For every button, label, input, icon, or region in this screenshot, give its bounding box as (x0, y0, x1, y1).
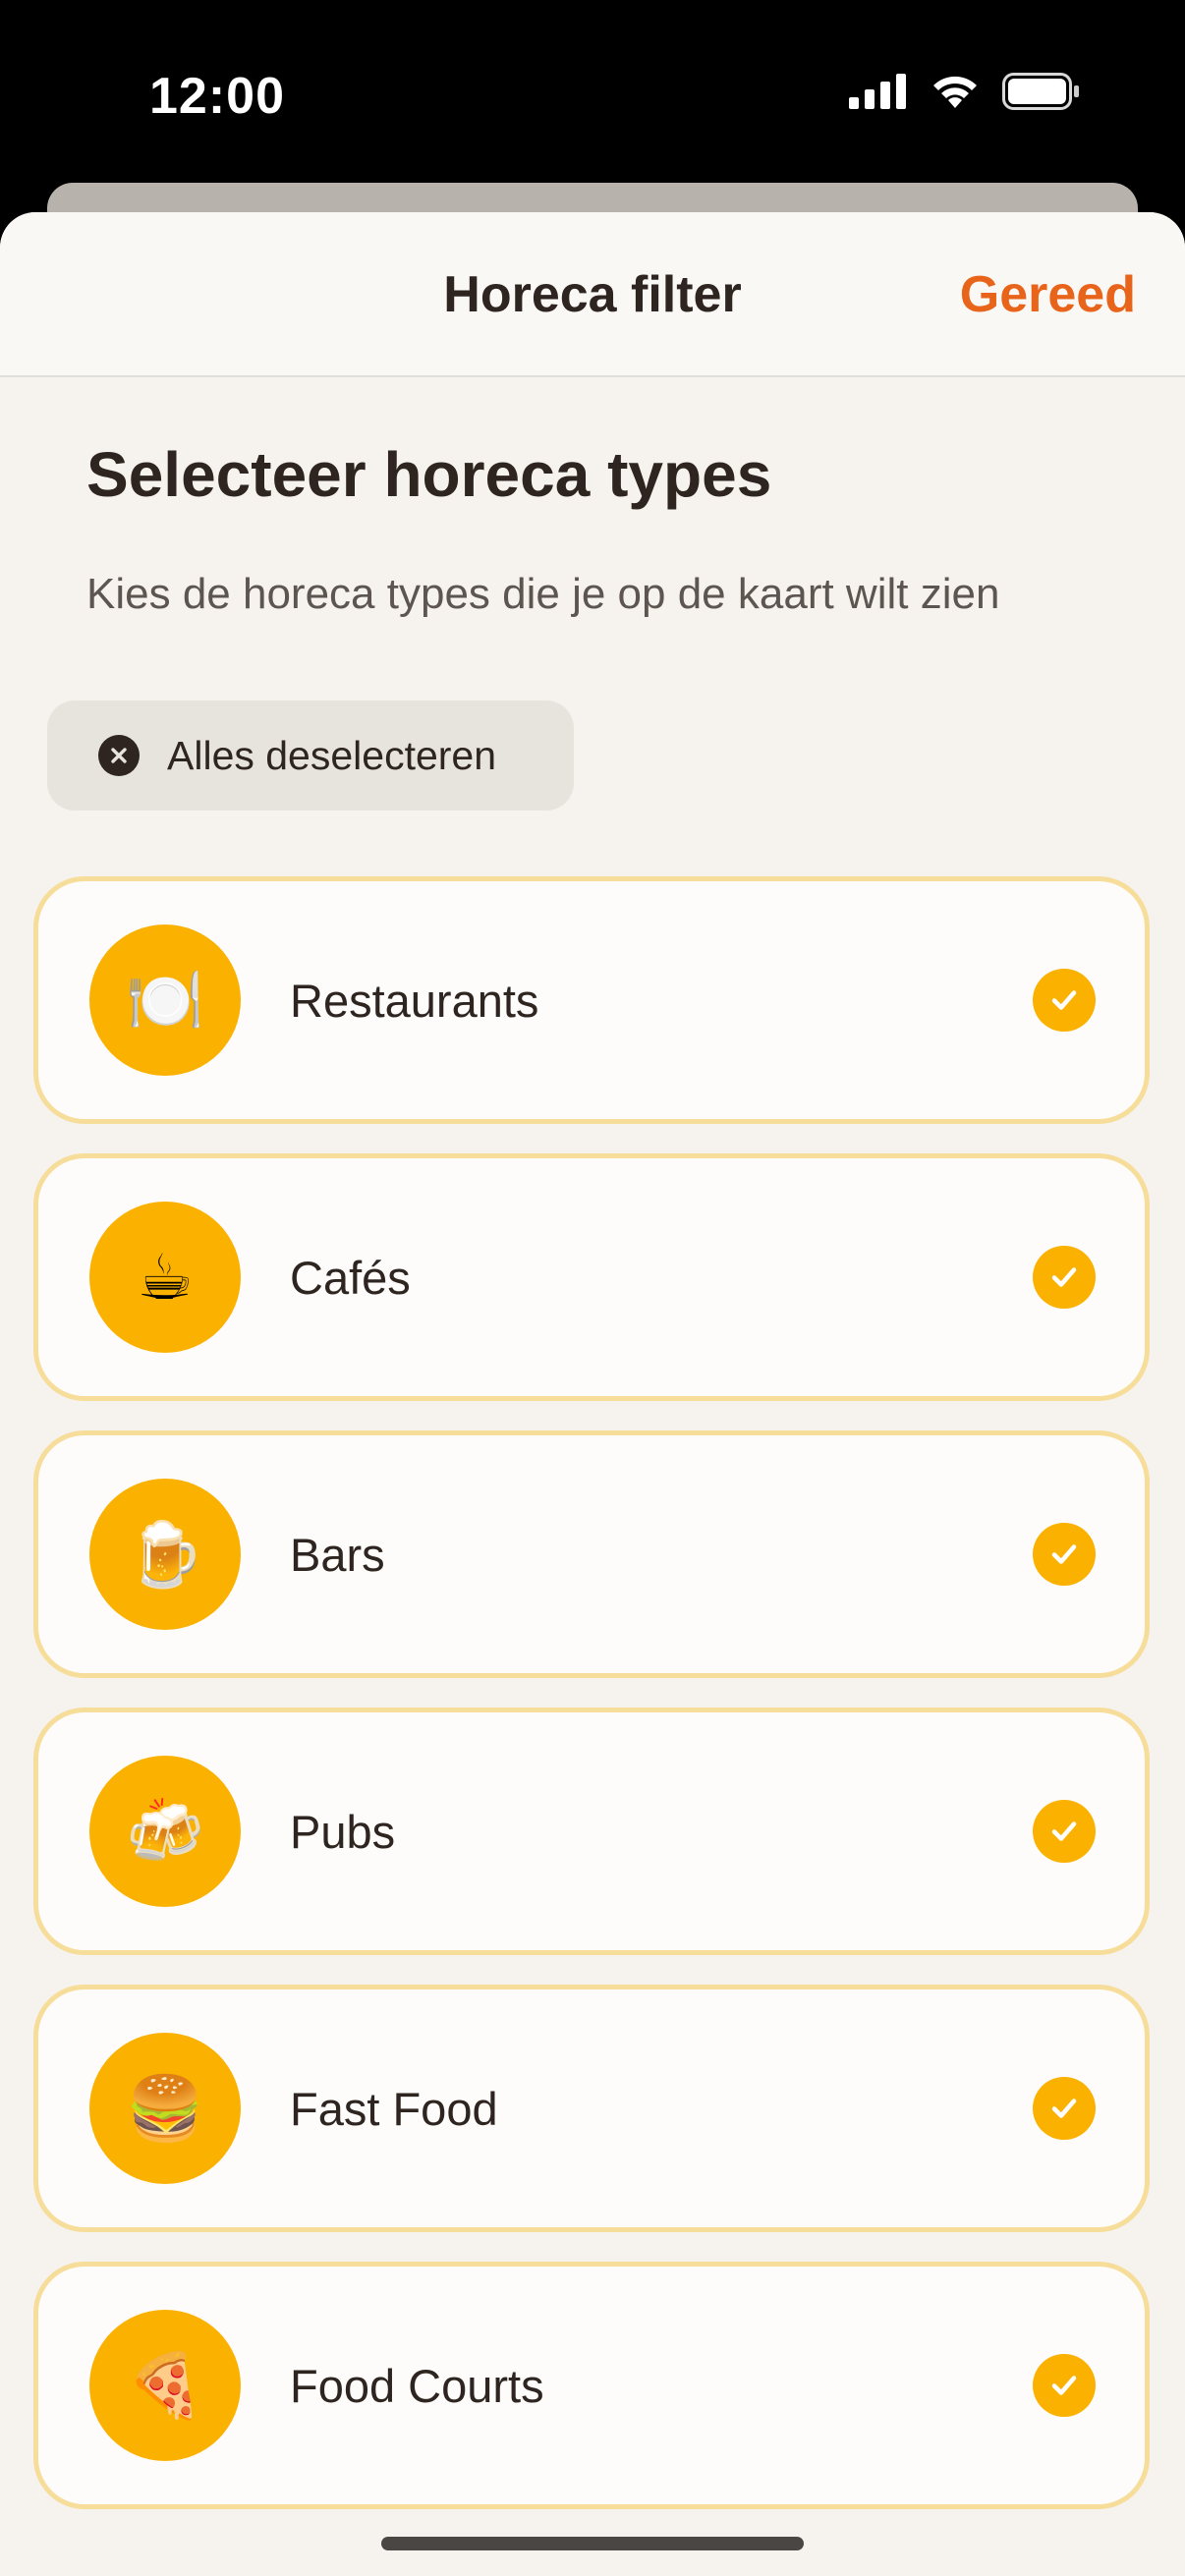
status-icons (849, 73, 1081, 110)
horeca-type-item-pubs[interactable]: 🍻 Pubs (33, 1708, 1150, 1955)
checkmark-icon (1033, 2354, 1096, 2417)
x-circle-icon (98, 735, 140, 776)
horeca-type-label: Pubs (290, 1805, 396, 1858)
horeca-type-item-caf-s[interactable]: ☕ Cafés (33, 1153, 1150, 1401)
checkmark-icon (1033, 2077, 1096, 2140)
horeca-type-label: Bars (290, 1528, 385, 1581)
home-indicator (381, 2537, 804, 2550)
horeca-type-label: Cafés (290, 1251, 411, 1304)
status-time: 12:00 (149, 68, 285, 125)
status-bar: 12:00 (0, 0, 1185, 187)
checkmark-icon (1033, 1800, 1096, 1863)
horeca-type-item-food-courts[interactable]: 🍕 Food Courts (33, 2262, 1150, 2509)
deselect-all-button[interactable]: Alles deselecteren (47, 700, 574, 811)
horeca-type-item-bars[interactable]: 🍺 Bars (33, 1430, 1150, 1678)
pizza-icon: 🍕 (89, 2310, 241, 2461)
horeca-type-label: Fast Food (290, 2082, 498, 2135)
beer-mug-icon: 🍺 (89, 1479, 241, 1630)
horeca-type-list: 🍽️ Restaurants ☕ Cafés 🍺 Bars 🍻 Pubs 🍔 F… (33, 876, 1150, 2539)
screen: 12:00 Horeca filter Gereed Selecteer hor… (0, 0, 1185, 2576)
burger-icon: 🍔 (89, 2033, 241, 2184)
clinking-beers-icon: 🍻 (89, 1756, 241, 1907)
deselect-all-label: Alles deselecteren (167, 732, 497, 778)
checkmark-icon (1033, 969, 1096, 1032)
checkmark-icon (1033, 1523, 1096, 1586)
filter-sheet: Horeca filter Gereed Selecteer horeca ty… (0, 212, 1185, 2576)
checkmark-icon (1033, 1246, 1096, 1309)
section-subtitle: Kies de horeca types die je op de kaart … (86, 570, 1000, 618)
horeca-type-label: Food Courts (290, 2359, 544, 2412)
horeca-type-item-fast-food[interactable]: 🍔 Fast Food (33, 1985, 1150, 2232)
nav-bar: Horeca filter Gereed (0, 212, 1185, 377)
horeca-type-label: Restaurants (290, 974, 539, 1027)
plate-cutlery-icon: 🍽️ (89, 924, 241, 1076)
section-title: Selecteer horeca types (86, 439, 772, 510)
wifi-icon (933, 76, 977, 108)
horeca-type-item-restaurants[interactable]: 🍽️ Restaurants (33, 876, 1150, 1124)
done-button[interactable]: Gereed (960, 265, 1136, 324)
coffee-cup-icon: ☕ (89, 1202, 241, 1353)
battery-icon (1002, 73, 1079, 110)
cellular-signal-icon (849, 74, 906, 109)
